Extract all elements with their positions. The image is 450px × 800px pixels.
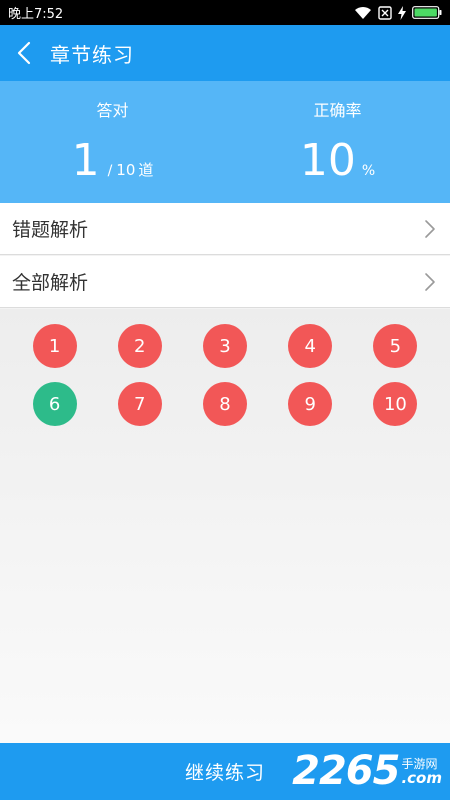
accuracy-value: 10 [299, 135, 356, 186]
question-1-button[interactable]: 1 [32, 324, 77, 368]
all-analysis-label: 全部解析 [12, 272, 89, 294]
question-9-button[interactable]: 9 [288, 382, 333, 426]
watermark-text: 手游网 .com [401, 757, 442, 787]
correct-label: 答对 [96, 101, 129, 120]
question-7-button[interactable]: 7 [117, 382, 162, 426]
question-3-button[interactable]: 3 [202, 324, 247, 368]
question-10-button[interactable]: 10 [373, 382, 418, 426]
accuracy-unit: % [361, 163, 376, 179]
accuracy-value-wrap: 10 % [225, 139, 450, 183]
chevron-right-icon [424, 218, 438, 240]
status-bar: 晚上7:52 [0, 0, 450, 25]
app-bar: 章节练习 [0, 25, 450, 81]
question-8-button[interactable]: 8 [202, 382, 247, 426]
status-time: 晚上7:52 [8, 7, 64, 22]
accuracy-label: 正确率 [313, 101, 362, 120]
watermark-logo: 2265 手游网 .com [292, 749, 442, 793]
watermark-number: 2265 [292, 748, 400, 794]
question-grid-area: 1 2 3 4 5 6 7 8 9 10 [0, 309, 450, 743]
wrong-analysis-row[interactable]: 错题解析 [0, 203, 450, 255]
page-title: 章节练习 [50, 42, 134, 67]
wifi-icon [354, 6, 372, 20]
battery-icon [412, 6, 442, 19]
correct-stat: 答对 1 / 10 道 [0, 81, 225, 203]
charging-icon [398, 5, 406, 20]
chevron-left-icon[interactable] [2, 25, 46, 81]
question-4-button[interactable]: 4 [288, 324, 333, 368]
no-sim-icon [378, 5, 392, 20]
continue-practice-button[interactable]: 继续练习 2265 手游网 .com [0, 743, 450, 800]
watermark-site-en: .com [401, 769, 442, 787]
question-6-button[interactable]: 6 [32, 382, 77, 426]
slash: / [107, 163, 113, 179]
stats-panel: 答对 1 / 10 道 正确率 10 % [0, 81, 450, 203]
total-unit: 道 [138, 161, 154, 179]
correct-value: 1 / 10 道 [0, 139, 225, 183]
correct-count: 1 [71, 135, 100, 186]
total-count: 10 [116, 161, 136, 179]
wrong-analysis-label: 错题解析 [12, 219, 89, 241]
status-icons [354, 5, 442, 20]
accuracy-stat: 正确率 10 % [225, 81, 450, 203]
chevron-right-icon [424, 271, 438, 293]
question-5-button[interactable]: 5 [373, 324, 418, 368]
question-grid: 1 2 3 4 5 6 7 8 9 10 [12, 324, 438, 426]
question-2-button[interactable]: 2 [117, 324, 162, 368]
continue-practice-label: 继续练习 [184, 762, 265, 784]
all-analysis-row[interactable]: 全部解析 [0, 256, 450, 308]
